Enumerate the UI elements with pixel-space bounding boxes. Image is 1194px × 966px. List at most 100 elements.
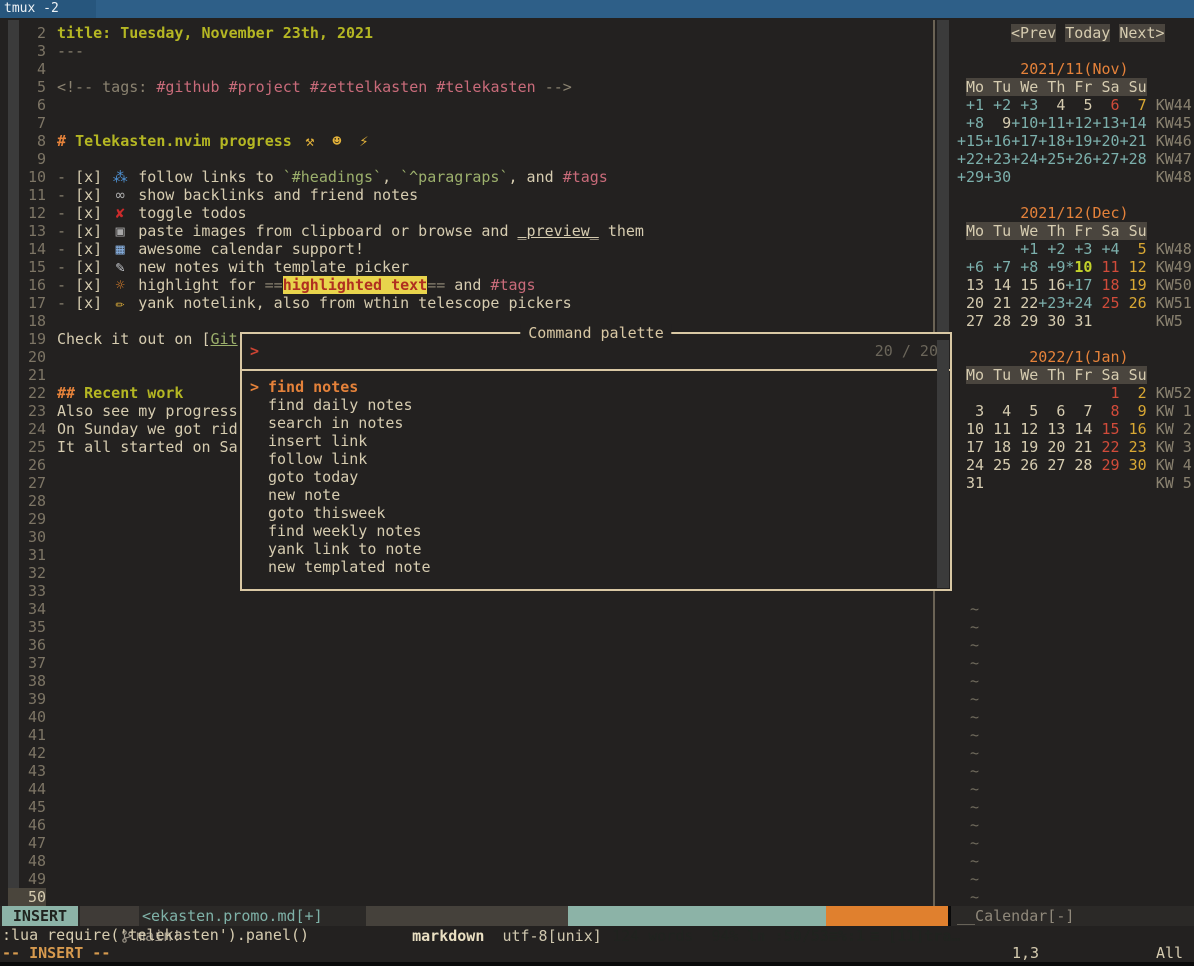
calendar-day[interactable]: +2 xyxy=(993,96,1011,114)
calendar-day[interactable]: 31 xyxy=(966,474,984,492)
calendar-day[interactable]: 10 xyxy=(966,420,984,438)
calendar-day[interactable]: +22 xyxy=(957,150,984,168)
palette-item[interactable]: goto thisweek xyxy=(242,504,950,522)
palette-prompt[interactable]: > 20 / 20 xyxy=(242,334,950,371)
calendar-day[interactable]: +19 xyxy=(1065,132,1092,150)
calendar-day[interactable]: +8 xyxy=(966,114,984,132)
calendar-day[interactable]: 4 xyxy=(1002,402,1011,420)
calendar-day[interactable]: 9 xyxy=(1002,114,1011,132)
palette-item[interactable]: follow link xyxy=(242,450,950,468)
calendar-day[interactable]: 25 xyxy=(993,456,1011,474)
calendar-day[interactable]: 12 xyxy=(1129,258,1147,276)
calendar-day[interactable]: +8 xyxy=(1020,258,1038,276)
palette-item[interactable]: new note xyxy=(242,486,950,504)
calendar-day[interactable]: 6 xyxy=(1111,96,1120,114)
calendar-day[interactable]: 28 xyxy=(1074,456,1092,474)
calendar-day[interactable]: +14 xyxy=(1120,114,1147,132)
calendar-day[interactable]: 18 xyxy=(1102,276,1120,294)
calendar-day[interactable]: 25 xyxy=(1102,294,1120,312)
calendar-day[interactable]: +3 xyxy=(1074,240,1092,258)
calendar-day[interactable]: 5 xyxy=(1138,240,1147,258)
calendar-day[interactable]: 19 xyxy=(1020,438,1038,456)
command-line[interactable]: :lua require('telekasten').panel() xyxy=(2,926,309,944)
calendar-day[interactable]: 30 xyxy=(1047,312,1065,330)
calendar-day[interactable]: *10 xyxy=(1065,258,1092,276)
palette-item[interactable]: >find notes xyxy=(242,378,950,396)
calendar-day[interactable]: 28 xyxy=(993,312,1011,330)
calendar-day[interactable]: 8 xyxy=(1111,402,1120,420)
calendar-day[interactable]: +4 xyxy=(1102,240,1120,258)
palette-scrollbar[interactable] xyxy=(937,340,949,588)
calendar-day[interactable]: +24 xyxy=(1065,294,1092,312)
calendar-day[interactable]: 21 xyxy=(1074,438,1092,456)
calendar-day[interactable]: +20 xyxy=(1092,132,1119,150)
calendar-day[interactable]: +7 xyxy=(993,258,1011,276)
palette-item[interactable]: new templated note xyxy=(242,558,950,576)
calendar-day[interactable]: 7 xyxy=(1083,402,1092,420)
calendar-day[interactable]: +24 xyxy=(1011,150,1038,168)
calendar-day[interactable]: 22 xyxy=(1102,438,1120,456)
calendar-day[interactable]: +30 xyxy=(984,168,1011,186)
calendar-day[interactable]: 29 xyxy=(1102,456,1120,474)
calendar-day[interactable]: 7 xyxy=(1138,96,1147,114)
calendar-day[interactable]: 22 xyxy=(1020,294,1038,312)
calendar-day[interactable]: 5 xyxy=(1083,96,1092,114)
calendar-day[interactable]: 19 xyxy=(1129,276,1147,294)
calendar-day[interactable]: +25 xyxy=(1038,150,1065,168)
calendar-day[interactable]: +6 xyxy=(966,258,984,276)
calendar-day[interactable]: 3 xyxy=(975,402,984,420)
calendar-day[interactable]: 11 xyxy=(1102,258,1120,276)
calendar-day[interactable]: 27 xyxy=(1047,456,1065,474)
calendar-day[interactable]: +23 xyxy=(1038,294,1065,312)
calendar-day[interactable]: +1 xyxy=(1020,240,1038,258)
calendar-day[interactable]: 4 xyxy=(1056,96,1065,114)
palette-item[interactable]: yank link to note xyxy=(242,540,950,558)
palette-item[interactable]: search in notes xyxy=(242,414,950,432)
calendar-day[interactable]: 15 xyxy=(1102,420,1120,438)
calendar-day[interactable]: +18 xyxy=(1038,132,1065,150)
calendar-day[interactable]: +3 xyxy=(1020,96,1038,114)
calendar-window[interactable]: 2021/11(Nov) Mo Tu We Th Fr Sa Su +1 +2 … xyxy=(957,24,1192,906)
calendar-day[interactable]: 9 xyxy=(1138,402,1147,420)
calendar-day[interactable]: 24 xyxy=(966,456,984,474)
calendar-day[interactable]: 15 xyxy=(1020,276,1038,294)
tabs-segment[interactable]: ≡ [11]tra… xyxy=(826,906,948,926)
palette-item[interactable]: goto today xyxy=(242,468,950,486)
calendar-day[interactable]: 17 xyxy=(966,438,984,456)
calendar-day[interactable]: 13 xyxy=(1047,420,1065,438)
calendar-day[interactable]: 2 xyxy=(1138,384,1147,402)
calendar-day[interactable]: 23 xyxy=(1129,438,1147,456)
calendar-day[interactable]: 26 xyxy=(1020,456,1038,474)
calendar-day[interactable]: 30 xyxy=(1129,456,1147,474)
calendar-day[interactable]: +28 xyxy=(1120,150,1147,168)
calendar-day[interactable]: 20 xyxy=(1047,438,1065,456)
calendar-day[interactable]: 27 xyxy=(966,312,984,330)
palette-item[interactable]: find weekly notes xyxy=(242,522,950,540)
calendar-day[interactable]: 11 xyxy=(993,420,1011,438)
calendar-day[interactable]: 14 xyxy=(993,276,1011,294)
calendar-day[interactable]: +2 xyxy=(1047,240,1065,258)
calendar-day[interactable]: +10 xyxy=(1011,114,1038,132)
calendar-day[interactable]: 14 xyxy=(1074,420,1092,438)
calendar-day[interactable]: +15 xyxy=(957,132,984,150)
calendar-day[interactable]: +12 xyxy=(1065,114,1092,132)
calendar-day[interactable]: +1 xyxy=(966,96,984,114)
calendar-day[interactable]: +26 xyxy=(1065,150,1092,168)
calendar-day[interactable]: 20 xyxy=(966,294,984,312)
palette-item[interactable]: find daily notes xyxy=(242,396,950,414)
calendar-day[interactable]: +9 xyxy=(1047,258,1065,276)
calendar-day[interactable]: 6 xyxy=(1056,402,1065,420)
calendar-day[interactable]: 1 xyxy=(1111,384,1120,402)
calendar-day[interactable]: 16 xyxy=(1047,276,1065,294)
calendar-day[interactable]: 31 xyxy=(1074,312,1092,330)
calendar-day[interactable]: 18 xyxy=(993,438,1011,456)
calendar-day[interactable]: +17 xyxy=(1011,132,1038,150)
calendar-day[interactable]: +21 xyxy=(1120,132,1147,150)
calendar-day[interactable]: 21 xyxy=(993,294,1011,312)
calendar-day[interactable]: +11 xyxy=(1038,114,1065,132)
calendar-day[interactable]: 12 xyxy=(1020,420,1038,438)
calendar-day[interactable]: +16 xyxy=(984,132,1011,150)
calendar-day[interactable]: +27 xyxy=(1092,150,1119,168)
calendar-day[interactable]: 29 xyxy=(1020,312,1038,330)
palette-item[interactable]: insert link xyxy=(242,432,950,450)
